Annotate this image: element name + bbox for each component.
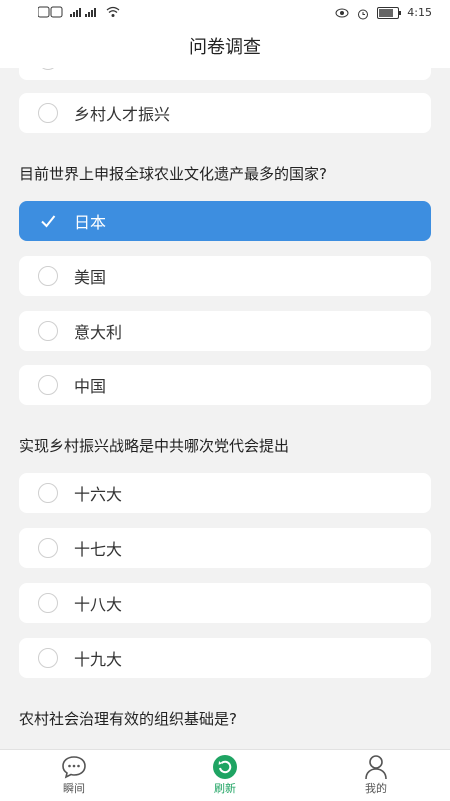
option-label: 十八大 xyxy=(74,595,123,614)
option-label: 美国 xyxy=(74,268,107,287)
option-label: 中国 xyxy=(74,377,107,396)
radio-icon[interactable] xyxy=(38,538,58,558)
question-text: 农村社会治理有效的组织基础是? xyxy=(19,710,237,728)
page-title: 问卷调查 xyxy=(0,28,450,68)
radio-icon[interactable] xyxy=(38,321,58,341)
question-text: 目前世界上申报全球农业文化遗产最多的国家? xyxy=(19,165,327,183)
radio-icon[interactable] xyxy=(38,483,58,503)
option-card[interactable] xyxy=(19,68,431,80)
option-card[interactable]: 十八大 xyxy=(19,583,431,623)
option-label: 日本 xyxy=(74,213,107,232)
question-text: 实现乡村振兴战略是中共哪次党代会提出 xyxy=(19,437,290,455)
tab-mine[interactable]: 我的 xyxy=(336,754,416,796)
option-label: 乡村人才振兴 xyxy=(74,105,171,124)
radio-icon[interactable] xyxy=(38,593,58,613)
option-label: 十六大 xyxy=(74,485,123,504)
option-card[interactable]: 中国 xyxy=(19,365,431,405)
chat-bubble-icon xyxy=(34,754,114,780)
check-icon[interactable] xyxy=(38,211,58,231)
tab-refresh[interactable]: 刷新 xyxy=(185,754,265,796)
person-icon xyxy=(336,754,416,780)
option-card[interactable]: 十六大 xyxy=(19,473,431,513)
tab-moments[interactable]: 瞬间 xyxy=(34,754,114,796)
option-label: 十七大 xyxy=(74,540,123,559)
status-bar: 4:15 xyxy=(0,0,450,28)
tab-label: 刷新 xyxy=(214,782,236,795)
option-card[interactable]: 十七大 xyxy=(19,528,431,568)
option-label: 意大利 xyxy=(74,323,123,342)
option-card[interactable]: 十九大 xyxy=(19,638,431,678)
option-card-selected[interactable]: 日本 xyxy=(19,201,431,241)
radio-icon[interactable] xyxy=(38,103,58,123)
option-label: 十九大 xyxy=(74,650,123,669)
tab-label: 我的 xyxy=(365,782,387,795)
tab-label: 瞬间 xyxy=(63,782,85,795)
option-card[interactable]: 意大利 xyxy=(19,311,431,351)
signal-icon xyxy=(70,6,100,17)
bottom-tab-bar: 瞬间 刷新 我的 xyxy=(0,749,450,801)
radio-icon[interactable] xyxy=(38,648,58,668)
radio-icon[interactable] xyxy=(38,375,58,395)
radio-icon[interactable] xyxy=(38,266,58,286)
radio-icon[interactable] xyxy=(38,68,58,70)
sim-icon xyxy=(37,6,64,18)
eye-icon xyxy=(335,8,349,18)
battery-icon xyxy=(377,6,402,19)
status-time: 4:15 xyxy=(407,6,432,19)
wifi-icon xyxy=(106,6,120,17)
refresh-icon xyxy=(185,754,265,780)
option-card[interactable]: 乡村人才振兴 xyxy=(19,93,431,133)
alarm-icon xyxy=(357,8,369,19)
survey-content[interactable]: 乡村人才振兴 目前世界上申报全球农业文化遗产最多的国家? 日本 美国 意大利 中… xyxy=(0,68,450,749)
option-card[interactable]: 美国 xyxy=(19,256,431,296)
